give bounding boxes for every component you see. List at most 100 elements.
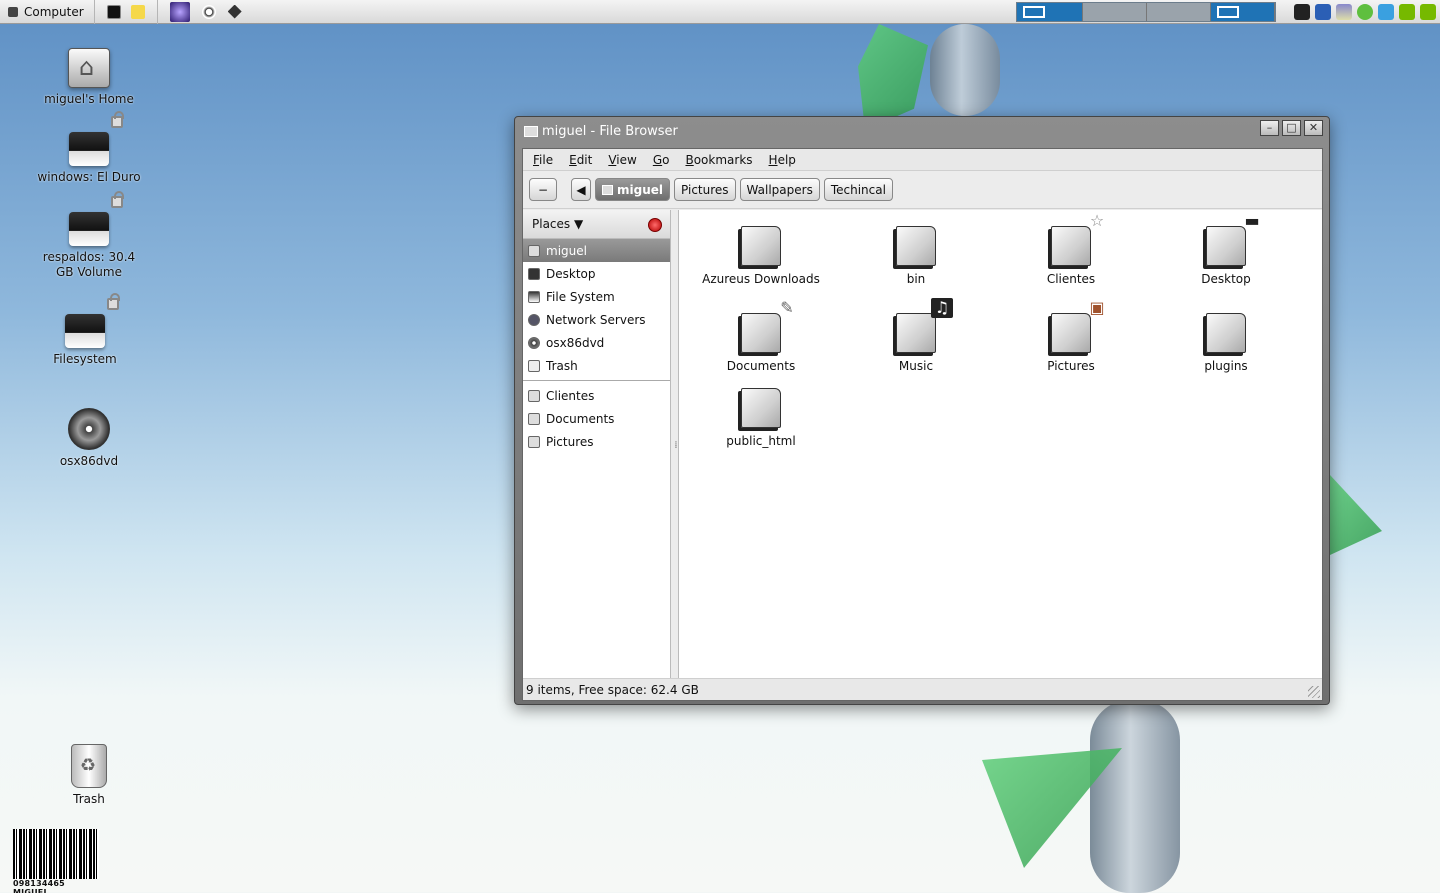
file-label: Desktop bbox=[1201, 272, 1251, 286]
picture-emblem-icon: ▣ bbox=[1089, 298, 1105, 317]
sidebar-item-desktop[interactable]: Desktop bbox=[523, 262, 670, 285]
window-client: File Edit View Go Bookmarks Help − ◀ mig… bbox=[522, 148, 1323, 701]
sidebar-item-label: Desktop bbox=[546, 266, 596, 281]
close-sidebar-icon[interactable] bbox=[648, 218, 662, 232]
file-browser-window: miguel - File Browser – □ ✕ File Edit Vi… bbox=[514, 116, 1330, 705]
menubar: File Edit View Go Bookmarks Help bbox=[523, 149, 1322, 171]
file-label: Pictures bbox=[1047, 359, 1095, 373]
menu-mnemonic: B bbox=[685, 152, 694, 167]
top-panel: Computer bbox=[0, 0, 1440, 24]
sidebar-bookmark-documents[interactable]: Documents bbox=[523, 407, 670, 430]
menu-go[interactable]: Go bbox=[645, 153, 678, 167]
sidebar-bookmark-pictures[interactable]: Pictures bbox=[523, 430, 670, 453]
drive-icon bbox=[69, 111, 124, 166]
sidebar-item-network[interactable]: Network Servers bbox=[523, 308, 670, 331]
menu-label-rest: iew bbox=[616, 152, 637, 167]
file-item[interactable]: public_html bbox=[696, 388, 826, 448]
launcher-group-1 bbox=[95, 0, 158, 24]
sidebar-item-miguel[interactable]: miguel bbox=[523, 239, 670, 262]
path-crumb[interactable]: Techincal bbox=[823, 178, 893, 201]
file-item[interactable]: bin bbox=[851, 226, 981, 286]
wallpaper-leaf-top bbox=[858, 24, 928, 130]
browser-icon[interactable] bbox=[169, 1, 190, 22]
menu-label-rest: dit bbox=[576, 152, 593, 167]
file-item[interactable]: ♫ Music bbox=[851, 298, 981, 373]
desktop-icon-label: respaldos: 30.4 GB Volume bbox=[42, 250, 136, 279]
menu-edit[interactable]: Edit bbox=[561, 153, 600, 167]
desktop-icon-windows-drive[interactable]: windows: El Duro bbox=[29, 111, 149, 185]
workspace-window bbox=[1023, 6, 1045, 18]
sidebar-item-label: File System bbox=[546, 289, 615, 304]
resize-grip-icon[interactable] bbox=[1308, 686, 1320, 698]
close-button[interactable]: ✕ bbox=[1304, 120, 1323, 136]
nvidia-icon[interactable] bbox=[1399, 4, 1415, 20]
window-title: miguel - File Browser bbox=[542, 123, 678, 139]
menu-view[interactable]: View bbox=[600, 153, 644, 167]
desktop-icon-home[interactable]: miguel's Home bbox=[29, 48, 149, 107]
sidebar: Places ▼ miguel Desktop File System Netw… bbox=[523, 210, 671, 680]
desktop-icon-trash[interactable]: Trash bbox=[29, 744, 149, 807]
folder-icon bbox=[896, 226, 936, 266]
maximize-button[interactable]: □ bbox=[1282, 120, 1301, 136]
network-icon[interactable] bbox=[1357, 4, 1373, 20]
desktop-icon-filesystem[interactable]: Filesystem bbox=[25, 293, 145, 367]
window-titlebar[interactable]: miguel - File Browser bbox=[515, 117, 1329, 145]
desktop-icon-label: osx86dvd bbox=[59, 454, 119, 468]
sidebar-item-label: Clientes bbox=[546, 388, 595, 403]
workspace-1[interactable] bbox=[1017, 3, 1083, 21]
workspace-3[interactable] bbox=[1147, 3, 1211, 21]
places-dropdown[interactable]: Places ▼ bbox=[532, 217, 583, 231]
path-crumb[interactable]: Wallpapers bbox=[739, 178, 820, 201]
image-icon[interactable] bbox=[1336, 4, 1352, 20]
folder-icon: ▬ bbox=[1206, 211, 1260, 266]
workspace-4[interactable] bbox=[1211, 3, 1275, 21]
path-back-button[interactable]: ◀ bbox=[571, 178, 591, 201]
minimize-button[interactable]: – bbox=[1260, 120, 1279, 136]
sidebar-item-filesystem[interactable]: File System bbox=[523, 285, 670, 308]
desktop-emblem-icon: ▬ bbox=[1244, 211, 1260, 230]
home-icon bbox=[602, 184, 613, 195]
computer-icon bbox=[8, 6, 18, 17]
sidebar-item-label: Network Servers bbox=[546, 312, 646, 327]
file-item[interactable]: ▬ Desktop bbox=[1161, 211, 1291, 286]
notes-icon[interactable] bbox=[130, 4, 145, 19]
path-crumb-current[interactable]: miguel bbox=[595, 178, 671, 201]
file-item[interactable]: ▣ Pictures bbox=[1006, 298, 1136, 373]
ipod-icon[interactable] bbox=[1294, 4, 1310, 20]
sidebar-item-trash[interactable]: Trash bbox=[523, 354, 670, 377]
folder-icon bbox=[741, 226, 781, 266]
cursor-icon[interactable] bbox=[1378, 4, 1394, 20]
nvidia-icon[interactable] bbox=[1420, 4, 1436, 20]
file-item[interactable]: ☆ Clientes bbox=[1006, 211, 1136, 286]
sidebar-item-label: Documents bbox=[546, 411, 615, 426]
file-label: bin bbox=[906, 272, 926, 286]
terminal-icon[interactable] bbox=[106, 4, 121, 19]
path-crumb[interactable]: Pictures bbox=[674, 178, 736, 201]
folder-icon bbox=[1206, 313, 1246, 353]
desktop-icon-dvd[interactable]: osx86dvd bbox=[29, 408, 149, 469]
triangle-left-icon: ◀ bbox=[576, 182, 586, 197]
workspace-2[interactable] bbox=[1083, 3, 1147, 21]
file-item[interactable]: Azureus Downloads bbox=[696, 226, 826, 286]
sidebar-item-osx86dvd[interactable]: osx86dvd bbox=[523, 331, 670, 354]
menu-help[interactable]: Help bbox=[761, 153, 804, 167]
menu-file[interactable]: File bbox=[525, 153, 561, 167]
file-item[interactable]: plugins bbox=[1161, 313, 1291, 373]
file-item[interactable]: ✎ Documents bbox=[696, 298, 826, 373]
sidebar-bookmark-clientes[interactable]: Clientes bbox=[523, 384, 670, 407]
computer-menu[interactable]: Computer bbox=[0, 0, 95, 24]
status-bar: 9 items, Free space: 62.4 GB bbox=[523, 678, 1322, 700]
toggle-location-button[interactable]: − bbox=[529, 178, 557, 201]
lock-icon bbox=[111, 111, 124, 128]
satellite-icon[interactable] bbox=[227, 4, 242, 19]
bird-icon[interactable] bbox=[1315, 4, 1331, 20]
dash-icon: − bbox=[537, 182, 549, 197]
desktop-icon-label: miguel's Home bbox=[44, 92, 134, 106]
system-tray bbox=[1294, 2, 1436, 22]
menu-label-rest: elp bbox=[777, 152, 796, 167]
sidebar-separator bbox=[523, 380, 670, 381]
menu-label-rest: ile bbox=[539, 152, 554, 167]
eye-icon[interactable] bbox=[201, 4, 216, 19]
desktop-icon-respaldos-drive[interactable]: respaldos: 30.4 GB Volume bbox=[29, 191, 149, 280]
menu-bookmarks[interactable]: Bookmarks bbox=[677, 153, 760, 167]
